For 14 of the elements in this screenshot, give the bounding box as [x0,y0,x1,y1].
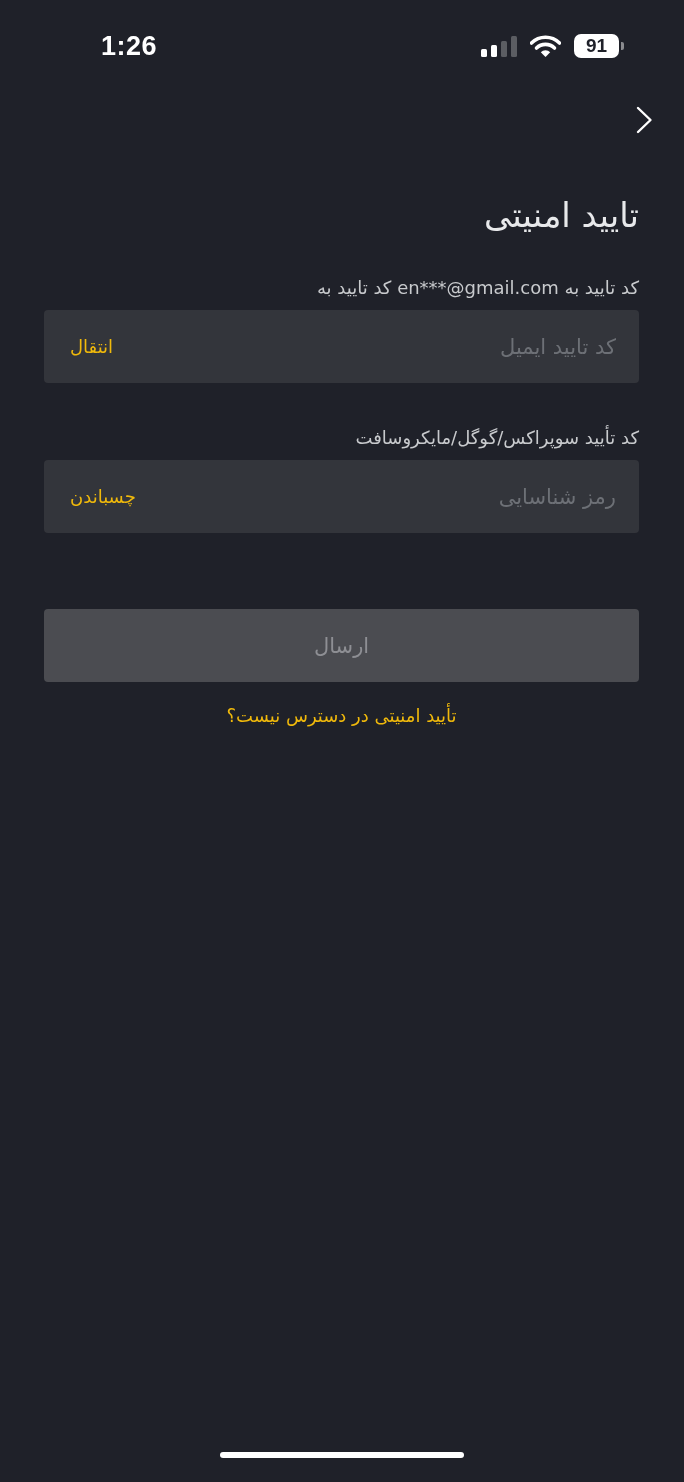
field-label: کد تأیید سوپراکس/گوگل/مایکروسافت [355,425,639,451]
help-link[interactable]: تأیید امنیتی در دسترس نیست؟ [226,703,457,729]
signal-icon [481,35,517,57]
battery-indicator: 91 [574,34,624,58]
page-title: تایید امنیتی [484,194,639,237]
back-button[interactable] [636,106,653,134]
status-time: 1:26 [101,30,158,62]
field-action-button[interactable]: چسباندن [70,486,136,507]
field-action-button[interactable]: انتقال [70,336,114,357]
field-label: کد تایید به en***@gmail.com کد تایید به [316,276,639,300]
chevron-icon [636,106,653,134]
email-code-field[interactable]: کد تایید ایمیل انتقال [44,310,639,383]
wifi-icon [530,35,561,57]
authenticator-code-field[interactable]: رمز شناسایی چسباندن [44,460,639,533]
